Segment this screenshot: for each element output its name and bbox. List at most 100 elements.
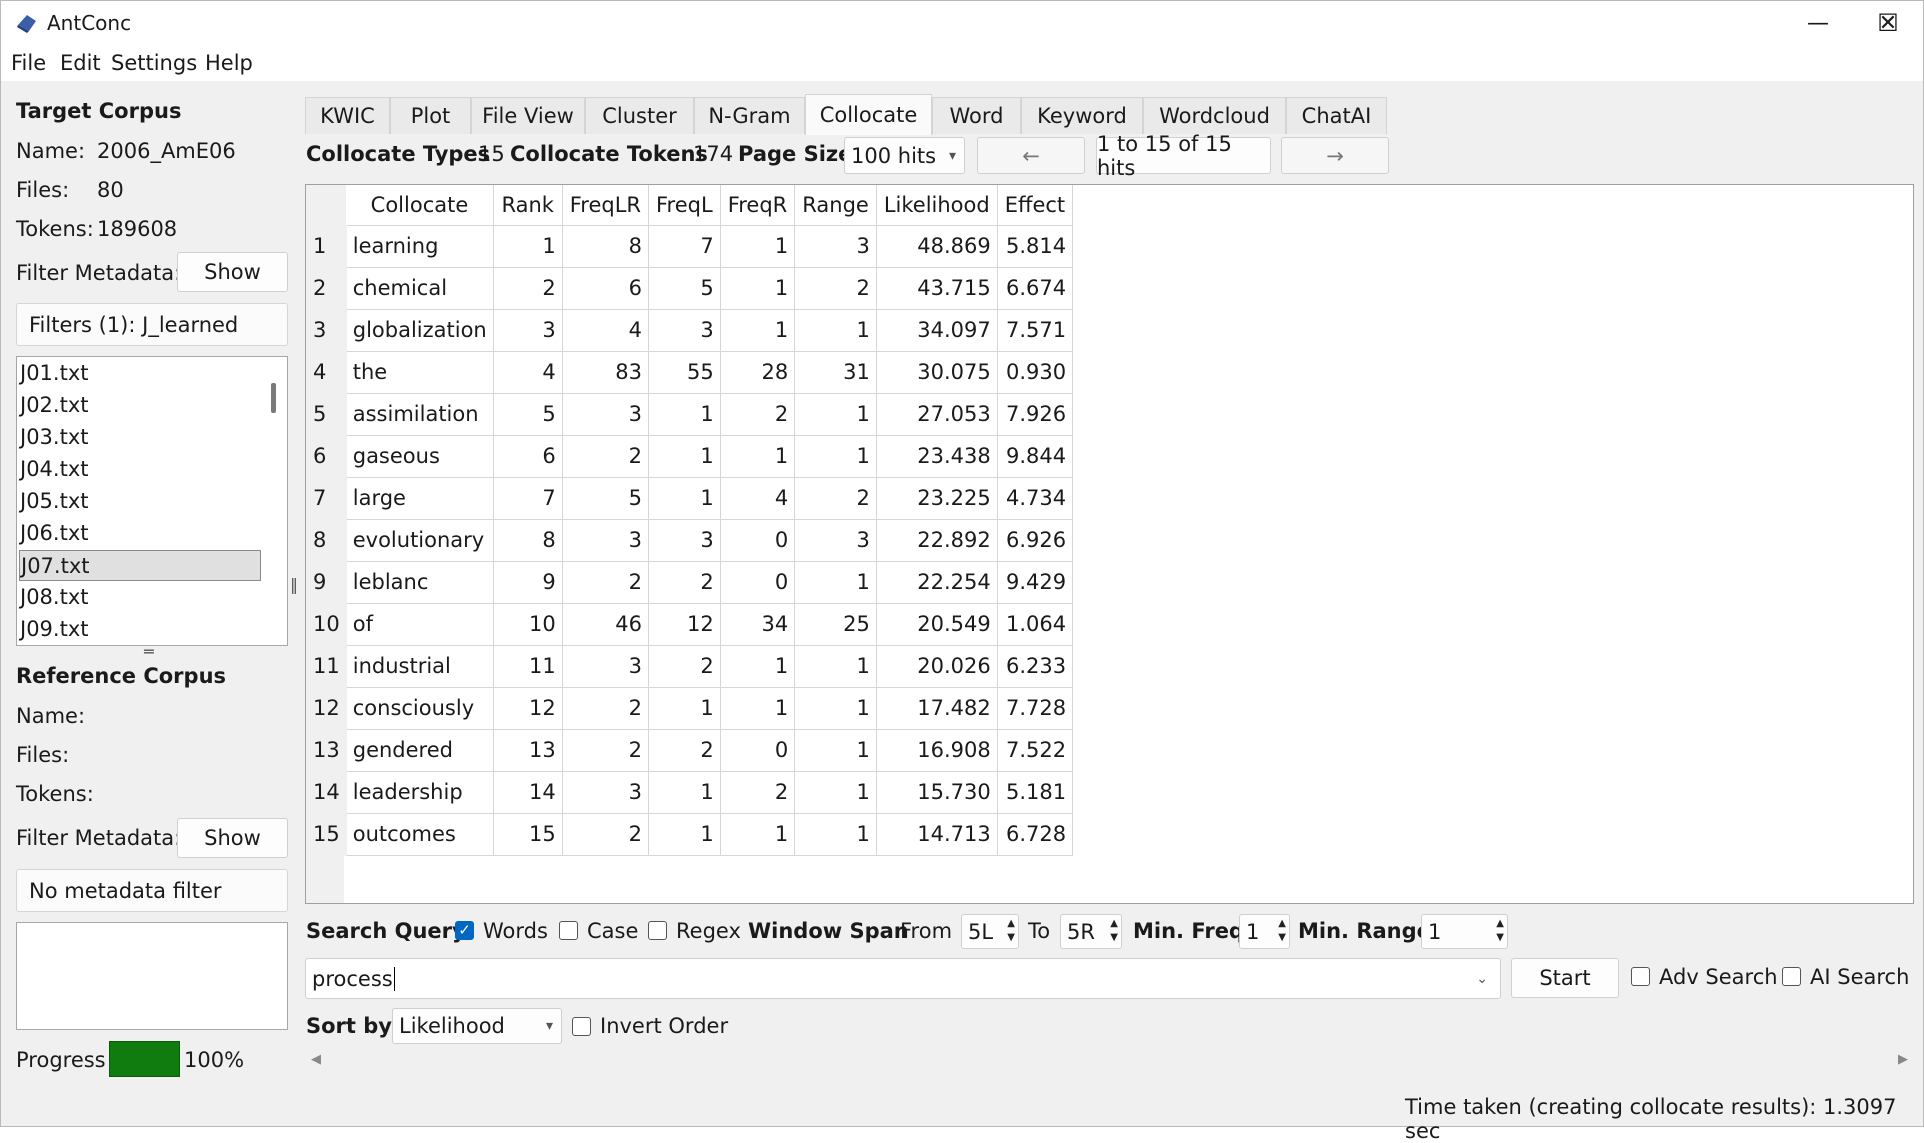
start-button[interactable]: Start [1511,958,1619,998]
cell-collocate: evolutionary [345,518,494,562]
file-list-item[interactable]: J04.txt [19,454,261,485]
prev-page-button[interactable]: ← [977,137,1085,174]
menu-edit[interactable]: Edit [60,51,101,75]
ai-search-checkbox[interactable] [1782,967,1801,986]
table-row[interactable]: 6 gaseous 6 2 1 1 1 23.438 9.844 [306,434,1074,478]
invert-order-checkbox[interactable] [572,1017,591,1036]
file-list-item[interactable]: J02.txt [19,390,261,421]
reference-file-list[interactable] [16,922,288,1030]
page-size-select[interactable]: 100 hits ▾ [844,137,965,174]
table-row[interactable]: 11 industrial 11 3 2 1 1 20.026 6.233 [306,644,1074,688]
spin-arrows-icon[interactable]: ▲ ▼ [1110,917,1118,945]
cell-rank: 4 [492,350,563,394]
scroll-left-icon[interactable]: ◀ [311,1052,321,1067]
cell-range: 1 [794,812,877,856]
cell-effect: 7.728 [996,686,1074,730]
tab-n-gram[interactable]: N-Gram [694,97,805,134]
table-row[interactable]: 13 gendered 13 2 2 0 1 16.908 7.522 [306,728,1074,772]
hits-range-indicator: 1 to 15 of 15 hits [1096,132,1271,180]
cell-effect: 1.064 [996,602,1074,646]
cell-freqr: 0 [719,518,796,562]
file-list-item[interactable]: J05.txt [19,486,261,517]
file-list-item-selected[interactable]: J07.txt [19,550,261,581]
row-number: 11 [306,644,347,688]
file-list-scrollbar[interactable] [271,383,276,413]
adv-search-checkbox[interactable] [1631,967,1650,986]
cell-freqlr: 2 [561,560,650,604]
tab-kwic[interactable]: KWIC [305,97,390,134]
cell-freql: 1 [648,770,721,814]
cell-freqr: 1 [719,266,796,310]
min-range-spinbox[interactable]: 1 ▲ ▼ [1421,914,1508,949]
cell-range: 2 [794,266,877,310]
tab-file-view[interactable]: File View [471,97,585,134]
search-query-input[interactable]: process ⌄ [305,958,1501,999]
tab-keyword[interactable]: Keyword [1021,97,1143,134]
column-header-rank[interactable]: Rank [493,185,563,225]
column-header-freqlr[interactable]: FreqLR [562,185,650,225]
column-header-collocate[interactable]: Collocate [346,185,494,225]
column-header-freql[interactable]: FreqL [648,185,721,225]
cell-freql: 2 [648,728,721,772]
words-checkbox[interactable]: ✓ [455,921,474,940]
column-header-range[interactable]: Range [794,185,877,225]
cell-rank: 10 [492,602,563,646]
span-from-spinbox[interactable]: 5L ▲ ▼ [961,914,1019,949]
cell-freqr: 0 [719,560,796,604]
menu-settings[interactable]: Settings [111,51,197,75]
min-freq-spinbox[interactable]: 1 ▲ ▼ [1239,914,1290,949]
cell-likelihood: 43.715 [875,266,998,310]
table-row[interactable]: 3 globalization 3 4 3 1 1 34.097 7.571 [306,308,1074,352]
table-row[interactable]: 8 evolutionary 8 3 3 0 3 22.892 6.926 [306,518,1074,562]
spin-arrows-icon[interactable]: ▲ ▼ [1496,917,1504,945]
spin-arrows-icon[interactable]: ▲ ▼ [1278,917,1286,945]
file-list-item[interactable]: J03.txt [19,422,261,453]
table-row[interactable]: 9 leblanc 9 2 2 0 1 22.254 9.429 [306,560,1074,604]
scroll-right-icon[interactable]: ▶ [1898,1052,1908,1067]
close-button[interactable]: ✕ [1853,1,1923,45]
tab-plot[interactable]: Plot [390,97,471,134]
column-header-likelihood[interactable]: Likelihood [876,185,998,225]
file-list-item[interactable]: J01.txt [19,358,261,389]
target-file-list[interactable]: J01.txt J02.txt J03.txt J04.txt J05.txt … [16,356,288,646]
target-show-metadata-button[interactable]: Show [177,252,288,292]
case-checkbox[interactable] [559,921,578,940]
menu-file[interactable]: File [11,51,46,75]
tab-cluster[interactable]: Cluster [585,97,694,134]
table-row[interactable]: 4 the 4 83 55 28 31 30.075 0.930 [306,350,1074,394]
reference-show-metadata-button[interactable]: Show [177,818,288,858]
minimize-button[interactable]: — [1783,1,1853,45]
ai-search-label: AI Search [1810,965,1910,989]
table-row[interactable]: 5 assimilation 5 3 1 2 1 27.053 7.926 [306,392,1074,436]
column-header-effect[interactable]: Effect [997,185,1074,225]
spin-arrows-icon[interactable]: ▲ ▼ [1007,917,1015,945]
table-row[interactable]: 12 consciously 12 2 1 1 1 17.482 7.728 [306,686,1074,730]
tab-word[interactable]: Word [932,97,1021,134]
chevron-down-icon[interactable]: ⌄ [1476,971,1488,987]
next-page-button[interactable]: → [1281,137,1389,174]
span-to-spinbox[interactable]: 5R ▲ ▼ [1060,914,1122,949]
tab-chatai[interactable]: ChatAI [1286,97,1387,134]
column-header-freqr[interactable]: FreqR [720,185,796,225]
file-list-item[interactable]: J08.txt [19,582,261,613]
cell-freql: 1 [648,812,721,856]
tab-wordcloud[interactable]: Wordcloud [1143,97,1286,134]
horizontal-scrollbar[interactable]: ◀ ▶ [305,1048,1914,1074]
table-row[interactable]: 14 leadership 14 3 1 2 1 15.730 5.181 [306,770,1074,814]
cell-likelihood: 16.908 [875,728,998,772]
file-list-item[interactable]: J06.txt [19,518,261,549]
regex-checkbox[interactable] [648,921,667,940]
table-row[interactable]: 2 chemical 2 6 5 1 2 43.715 6.674 [306,266,1074,310]
table-row[interactable]: 1 learning 1 8 7 1 3 48.869 5.814 [306,224,1074,268]
sort-by-select[interactable]: Likelihood ▾ [392,1008,562,1044]
table-row[interactable]: 7 large 7 5 1 4 2 23.225 4.734 [306,476,1074,520]
file-list-item[interactable]: J09.txt [19,614,261,645]
table-row[interactable]: 10 of 10 46 12 34 25 20.549 1.064 [306,602,1074,646]
tab-collocate[interactable]: Collocate [805,94,932,135]
table-row[interactable]: 15 outcomes 15 2 1 1 1 14.713 6.728 [306,812,1074,856]
minimize-icon: — [1807,10,1829,36]
cell-freql: 55 [648,350,721,394]
splitter-handle-icon[interactable]: ═ [144,642,154,661]
menu-help[interactable]: Help [205,51,253,75]
panel-splitter-icon[interactable]: ‖ [290,575,298,594]
